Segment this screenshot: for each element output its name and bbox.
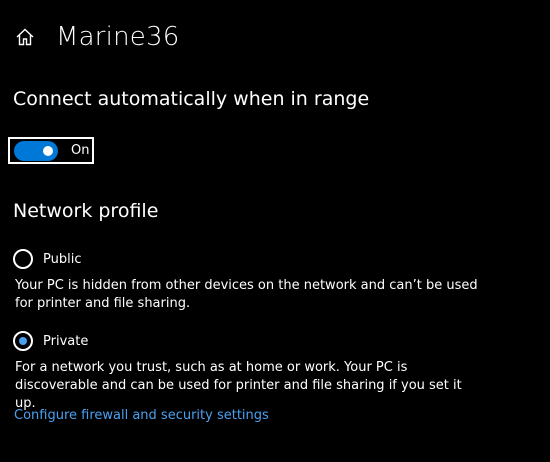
private-description: For a network you trust, such as at home… [15,360,462,411]
private-radio-option[interactable]: Private [13,331,88,351]
connect-automatically-toggle[interactable]: On [8,137,94,164]
toggle-state-label: On [71,143,90,158]
public-description: Your PC is hidden from other devices on … [15,278,478,311]
toggle-knob [43,145,53,156]
toggle-track [14,140,58,161]
configure-firewall-link[interactable]: Configure firewall and security settings [14,408,269,423]
page-title: Marine36 [56,22,180,52]
home-button[interactable] [13,25,37,49]
connect-automatically-heading: Connect automatically when in range [13,88,370,110]
public-radio-button[interactable] [13,249,33,269]
network-profile-heading: Network profile [13,200,159,222]
public-radio-option[interactable]: Public [13,249,81,269]
public-radio-label: Public [43,251,82,267]
private-radio-label: Private [43,333,89,349]
page-header: Marine36 [13,20,179,54]
private-radio-button[interactable] [13,331,33,351]
radio-selected-dot [19,337,27,345]
home-icon [16,28,34,46]
